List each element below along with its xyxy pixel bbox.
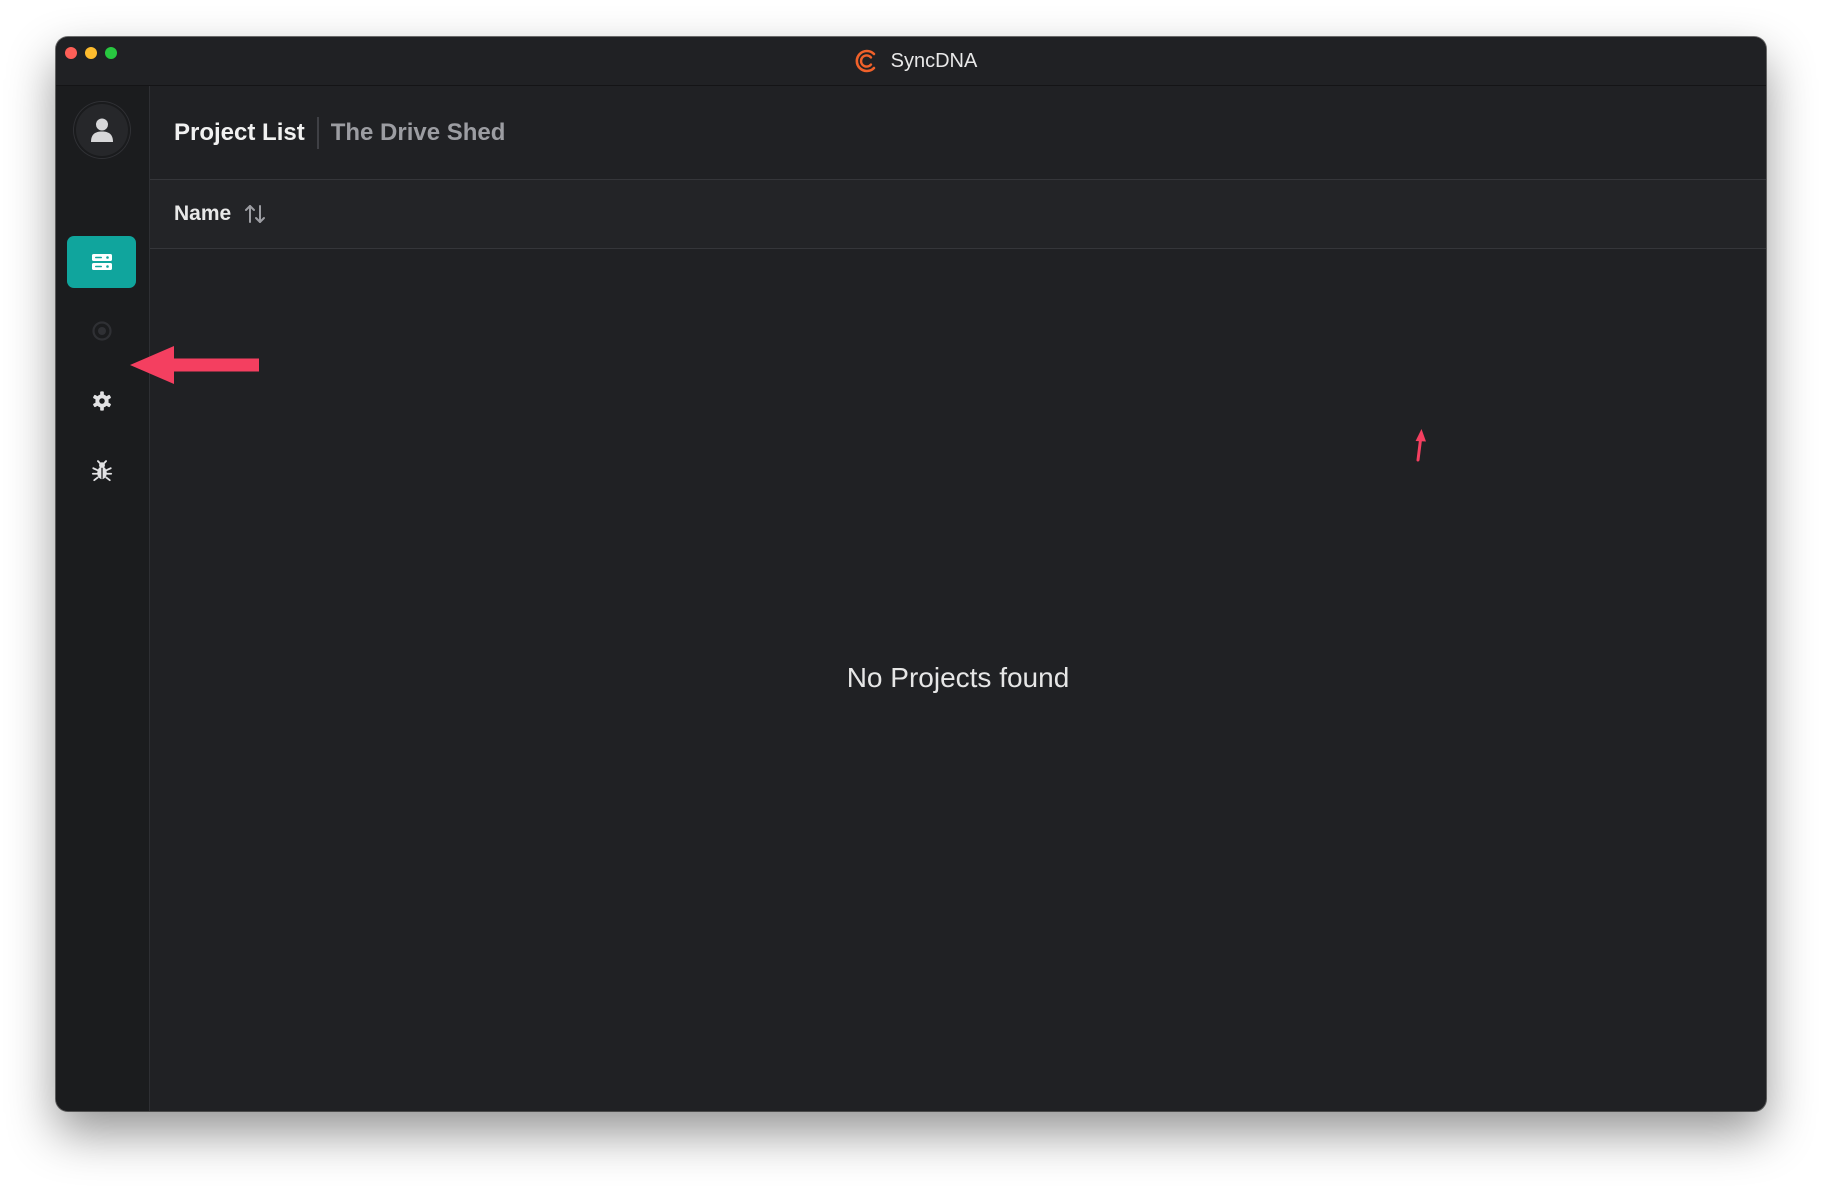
- gear-icon: [92, 391, 111, 411]
- app-window: SyncDNA Project List The Drive Shed Name…: [56, 37, 1766, 1111]
- table-header: Name: [150, 180, 1766, 249]
- sidebar-item-settings[interactable]: [67, 375, 136, 427]
- sidebar: [56, 86, 150, 1111]
- user-avatar-button[interactable]: [74, 102, 130, 158]
- column-header-name[interactable]: Name: [174, 202, 231, 226]
- sort-arrows-icon[interactable]: [243, 203, 267, 225]
- main-content: Project List The Drive Shed Name No Proj…: [150, 86, 1766, 1111]
- window-title: SyncDNA: [890, 49, 978, 72]
- sidebar-item-status[interactable]: [67, 305, 136, 357]
- server-icon: [91, 254, 112, 270]
- page-title[interactable]: Project List: [174, 119, 305, 147]
- empty-state-message: No Projects found: [846, 662, 1070, 693]
- sidebar-item-debug[interactable]: [67, 445, 136, 497]
- status-dot-icon: [91, 321, 112, 341]
- sidebar-item-projects[interactable]: [67, 236, 136, 288]
- workspace-name: The Drive Shed: [330, 118, 506, 146]
- syncdna-logo-icon: [855, 49, 875, 73]
- title-bar: SyncDNA: [56, 37, 1766, 86]
- breadcrumb-divider: [316, 116, 319, 149]
- window-title-group: SyncDNA: [56, 37, 1766, 85]
- breadcrumb: Project List The Drive Shed: [150, 86, 1766, 180]
- user-icon: [91, 118, 113, 142]
- bug-icon: [91, 460, 112, 482]
